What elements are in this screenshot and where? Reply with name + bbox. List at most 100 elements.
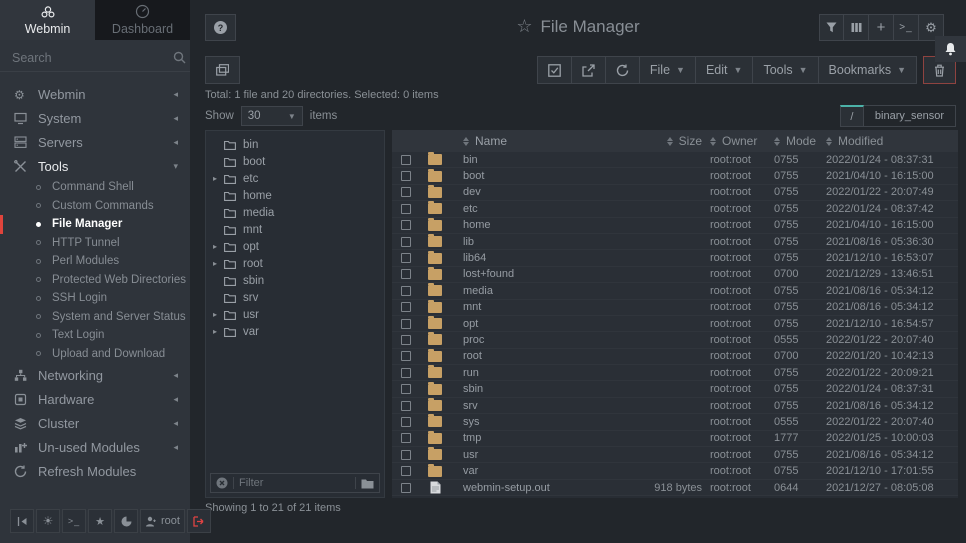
table-row[interactable]: libroot:root07552021/08/16 - 05:36:30 bbox=[392, 234, 958, 250]
sidebar-item-refresh-modules[interactable]: Refresh Modules bbox=[0, 459, 190, 483]
row-checkbox[interactable] bbox=[401, 155, 411, 165]
table-row[interactable]: tmproot:root17772022/01/25 - 10:00:03 bbox=[392, 431, 958, 447]
sidebar-item-perl-modules[interactable]: Perl Modules bbox=[0, 252, 190, 271]
table-row[interactable]: rootroot:root07002022/01/20 - 10:42:13 bbox=[392, 349, 958, 365]
folder-toggle-icon[interactable] bbox=[361, 478, 374, 489]
row-checkbox[interactable] bbox=[401, 466, 411, 476]
tab-webmin[interactable]: Webmin bbox=[0, 0, 95, 40]
column-header-name[interactable]: Name bbox=[450, 134, 628, 148]
expand-caret-icon[interactable]: ▸ bbox=[206, 327, 220, 336]
row-checkbox[interactable] bbox=[401, 384, 411, 394]
row-checkbox[interactable] bbox=[401, 401, 411, 411]
tree-item-srv[interactable]: srv bbox=[206, 289, 384, 306]
search-icon[interactable] bbox=[173, 51, 186, 64]
theme-button[interactable]: ☀ bbox=[36, 509, 60, 533]
row-checkbox[interactable] bbox=[401, 220, 411, 230]
row-checkbox[interactable] bbox=[401, 269, 411, 279]
shell-button[interactable]: >_ bbox=[62, 509, 86, 533]
logout-button[interactable] bbox=[187, 509, 211, 533]
table-row[interactable]: bootroot:root07552021/04/10 - 16:15:00 bbox=[392, 168, 958, 184]
table-row[interactable]: runroot:root07552022/01/22 - 20:09:21 bbox=[392, 365, 958, 381]
table-row[interactable]: homeroot:root07552021/04/10 - 16:15:00 bbox=[392, 218, 958, 234]
sort-icon[interactable] bbox=[774, 137, 780, 146]
sidebar-item-command-shell[interactable]: Command Shell bbox=[0, 178, 190, 197]
sort-icon[interactable] bbox=[667, 137, 673, 146]
expand-caret-icon[interactable]: ▸ bbox=[206, 242, 220, 251]
sidebar-item-text-login[interactable]: Text Login bbox=[0, 326, 190, 345]
row-checkbox[interactable] bbox=[401, 368, 411, 378]
copy-path-button[interactable] bbox=[205, 56, 240, 84]
sidebar-item-cluster[interactable]: Cluster◂ bbox=[0, 411, 190, 435]
tools-menu-button[interactable]: Tools▼ bbox=[753, 56, 818, 84]
expand-caret-icon[interactable]: ▸ bbox=[206, 310, 220, 319]
columns-button[interactable] bbox=[844, 14, 869, 41]
table-row[interactable]: lost+foundroot:root07002021/12/29 - 13:4… bbox=[392, 267, 958, 283]
row-checkbox[interactable] bbox=[401, 286, 411, 296]
user-button[interactable]: root bbox=[140, 509, 185, 533]
tab-dashboard[interactable]: Dashboard bbox=[95, 0, 190, 40]
column-header-mode[interactable]: Mode bbox=[774, 134, 826, 148]
row-checkbox[interactable] bbox=[401, 204, 411, 214]
table-row[interactable]: optroot:root07552021/12/10 - 16:54:57 bbox=[392, 316, 958, 332]
sidebar-item-un-used-modules[interactable]: Un-used Modules◂ bbox=[0, 435, 190, 459]
row-checkbox[interactable] bbox=[401, 351, 411, 361]
row-checkbox[interactable] bbox=[401, 450, 411, 460]
tree-item-root[interactable]: ▸root bbox=[206, 255, 384, 272]
breadcrumb-segment[interactable]: binary_sensor bbox=[864, 105, 956, 127]
row-checkbox[interactable] bbox=[401, 319, 411, 329]
sidebar-item-tools[interactable]: Tools▾ bbox=[0, 154, 190, 178]
edit-menu-button[interactable]: Edit▼ bbox=[696, 56, 753, 84]
sidebar-item-upload-and-download[interactable]: Upload and Download bbox=[0, 345, 190, 364]
share-button[interactable] bbox=[572, 56, 606, 84]
tree-item-boot[interactable]: boot bbox=[206, 153, 384, 170]
table-row[interactable]: procroot:root05552022/01/22 - 20:07:40 bbox=[392, 332, 958, 348]
table-row[interactable]: usrroot:root07552021/08/16 - 05:34:12 bbox=[392, 447, 958, 463]
table-row[interactable]: etcroot:root07552022/01/24 - 08:37:42 bbox=[392, 201, 958, 217]
row-checkbox[interactable] bbox=[401, 417, 411, 427]
file-menu-button[interactable]: File▼ bbox=[640, 56, 696, 84]
expand-caret-icon[interactable]: ▸ bbox=[206, 259, 220, 268]
page-size-select[interactable]: 30 ▼ bbox=[241, 106, 303, 126]
select-all-button[interactable] bbox=[537, 56, 572, 84]
tree-item-etc[interactable]: ▸etc bbox=[206, 170, 384, 187]
tree-item-home[interactable]: home bbox=[206, 187, 384, 204]
sidebar-item-webmin[interactable]: ⚙Webmin◂ bbox=[0, 82, 190, 106]
table-row[interactable]: devroot:root07552022/01/22 - 20:07:49 bbox=[392, 185, 958, 201]
row-checkbox[interactable] bbox=[401, 483, 411, 493]
sort-icon[interactable] bbox=[463, 137, 469, 146]
row-checkbox[interactable] bbox=[401, 253, 411, 263]
tree-item-usr[interactable]: ▸usr bbox=[206, 306, 384, 323]
sidebar-item-hardware[interactable]: Hardware◂ bbox=[0, 387, 190, 411]
row-checkbox[interactable] bbox=[401, 187, 411, 197]
sidebar-item-networking[interactable]: Networking◂ bbox=[0, 363, 190, 387]
row-checkbox[interactable] bbox=[401, 302, 411, 312]
table-row[interactable]: mediaroot:root07552021/08/16 - 05:34:12 bbox=[392, 283, 958, 299]
sidebar-item-http-tunnel[interactable]: HTTP Tunnel bbox=[0, 234, 190, 253]
column-header-owner[interactable]: Owner bbox=[710, 134, 774, 148]
favorite-star-icon[interactable]: ☆ bbox=[516, 16, 532, 37]
language-button[interactable] bbox=[114, 509, 138, 533]
row-checkbox[interactable] bbox=[401, 237, 411, 247]
table-row[interactable]: mntroot:root07552021/08/16 - 05:34:12 bbox=[392, 300, 958, 316]
sidebar-item-custom-commands[interactable]: Custom Commands bbox=[0, 197, 190, 216]
expand-caret-icon[interactable]: ▸ bbox=[206, 174, 220, 183]
row-checkbox[interactable] bbox=[401, 335, 411, 345]
table-row[interactable]: varroot:root07552021/12/10 - 17:01:55 bbox=[392, 463, 958, 479]
sort-icon[interactable] bbox=[826, 137, 832, 146]
terminal-button[interactable]: >_ bbox=[894, 14, 919, 41]
sidebar-item-servers[interactable]: Servers◂ bbox=[0, 130, 190, 154]
sort-icon[interactable] bbox=[710, 137, 716, 146]
table-row[interactable]: binroot:root07552022/01/24 - 08:37:31 bbox=[392, 152, 958, 168]
sidebar-item-system[interactable]: System◂ bbox=[0, 106, 190, 130]
add-tab-button[interactable]: + bbox=[869, 14, 894, 41]
table-row[interactable]: srvroot:root07552021/08/16 - 05:34:12 bbox=[392, 398, 958, 414]
tree-item-mnt[interactable]: mnt bbox=[206, 221, 384, 238]
clear-filter-icon[interactable] bbox=[216, 477, 228, 489]
table-row[interactable]: lib64root:root07552021/12/10 - 16:53:07 bbox=[392, 250, 958, 266]
tree-item-sbin[interactable]: sbin bbox=[206, 272, 384, 289]
notifications-button[interactable] bbox=[935, 36, 966, 62]
table-row[interactable]: sbinroot:root07552022/01/24 - 08:37:31 bbox=[392, 381, 958, 397]
sidebar-item-system-and-server-status[interactable]: System and Server Status bbox=[0, 308, 190, 327]
favorites-button[interactable]: ★ bbox=[88, 509, 112, 533]
tree-item-bin[interactable]: bin bbox=[206, 136, 384, 153]
